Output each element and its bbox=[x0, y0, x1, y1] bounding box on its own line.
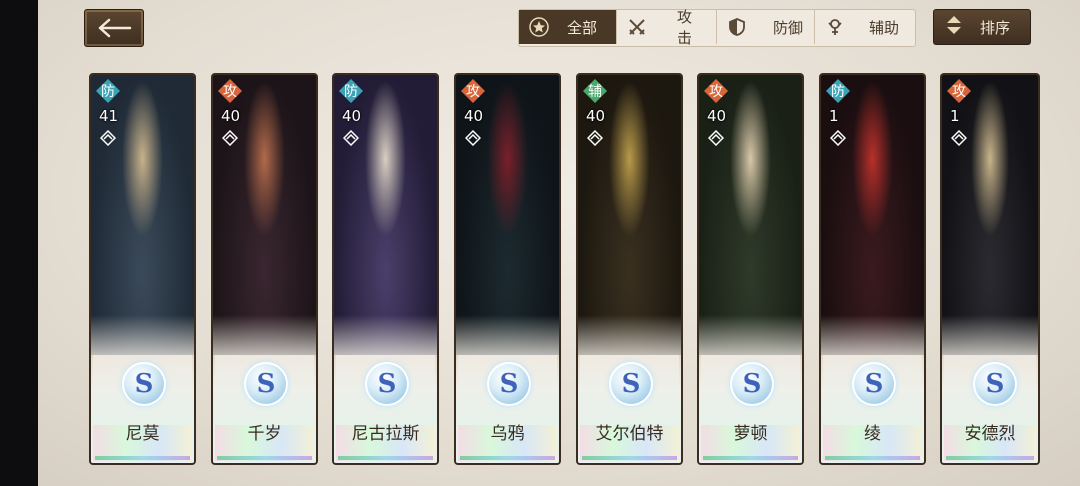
s-rarity-emblem: S bbox=[244, 362, 288, 406]
rarity-letter: S bbox=[621, 369, 641, 399]
character-card[interactable]: 攻 40 S 萝顿 bbox=[697, 73, 804, 465]
filter-tab-defense[interactable]: 防御 bbox=[717, 10, 815, 44]
rank-chevron-icon bbox=[708, 130, 724, 146]
character-level: 41 bbox=[99, 107, 119, 125]
rank-chevron-icon bbox=[830, 130, 846, 146]
filter-tab-attack[interactable]: 攻击 bbox=[617, 8, 717, 47]
left-black-strip bbox=[0, 0, 38, 486]
rarity-letter: S bbox=[742, 369, 762, 399]
s-rarity-emblem: S bbox=[609, 362, 653, 406]
character-card[interactable]: 辅 40 S 艾尔伯特 bbox=[576, 73, 683, 465]
card-bottom-bar bbox=[95, 456, 190, 460]
character-card[interactable]: 防 1 S 绫 bbox=[819, 73, 926, 465]
filter-label: 防御 bbox=[773, 18, 804, 37]
rank-chevron-icon bbox=[343, 130, 359, 146]
filter-tab-support[interactable]: 辅助 bbox=[815, 10, 913, 44]
filter-label: 全部 bbox=[567, 18, 598, 37]
character-card[interactable]: 防 41 S 尼莫 bbox=[89, 73, 196, 465]
character-name: 萝顿 bbox=[733, 424, 768, 444]
filter-label: 辅助 bbox=[869, 18, 900, 37]
card-bottom-bar bbox=[582, 456, 677, 460]
rarity-letter: S bbox=[864, 369, 884, 399]
character-card[interactable]: 攻 1 S 安德烈 bbox=[940, 73, 1040, 465]
character-name: 安德烈 bbox=[964, 424, 1016, 444]
s-rarity-emblem: S bbox=[973, 362, 1017, 406]
character-name: 艾尔伯特 bbox=[595, 424, 664, 444]
support-icon bbox=[825, 17, 845, 37]
character-name: 乌鸦 bbox=[490, 424, 525, 444]
card-bottom-bar bbox=[825, 456, 920, 460]
sort-button[interactable]: 排序 bbox=[933, 9, 1031, 45]
crossed-swords-icon bbox=[627, 17, 647, 37]
character-name: 绫 bbox=[864, 424, 881, 444]
sort-label: 排序 bbox=[980, 18, 1011, 37]
character-level: 1 bbox=[829, 107, 839, 125]
s-rarity-emblem: S bbox=[487, 362, 531, 406]
filter-label: 攻击 bbox=[677, 8, 693, 47]
card-bottom-bar bbox=[217, 456, 312, 460]
back-button[interactable] bbox=[84, 9, 144, 47]
character-level: 40 bbox=[464, 107, 484, 125]
card-bottom-bar bbox=[703, 456, 798, 460]
character-name: 尼莫 bbox=[125, 424, 160, 444]
shield-icon bbox=[727, 17, 747, 37]
character-card[interactable]: 攻 40 S 乌鸦 bbox=[454, 73, 561, 465]
character-level: 1 bbox=[950, 107, 960, 125]
rarity-letter: S bbox=[256, 369, 276, 399]
rarity-letter: S bbox=[134, 369, 154, 399]
s-rarity-emblem: S bbox=[365, 362, 409, 406]
rank-chevron-icon bbox=[465, 130, 481, 146]
star-badge-icon bbox=[529, 17, 549, 37]
character-name: 尼古拉斯 bbox=[351, 424, 420, 444]
rank-chevron-icon bbox=[222, 130, 238, 146]
role-filter-bar: 全部 攻击 防御 辅助 bbox=[518, 8, 916, 47]
filter-tab-all[interactable]: 全部 bbox=[519, 10, 617, 44]
character-level: 40 bbox=[221, 107, 241, 125]
character-level: 40 bbox=[586, 107, 606, 125]
rank-chevron-icon bbox=[587, 130, 603, 146]
s-rarity-emblem: S bbox=[852, 362, 896, 406]
s-rarity-emblem: S bbox=[122, 362, 166, 406]
sort-arrows-icon bbox=[946, 15, 962, 39]
rarity-letter: S bbox=[499, 369, 519, 399]
card-bottom-bar bbox=[946, 456, 1034, 460]
back-arrow-icon bbox=[98, 18, 132, 38]
character-card[interactable]: 防 40 S 尼古拉斯 bbox=[332, 73, 439, 465]
rarity-letter: S bbox=[985, 369, 1005, 399]
rank-chevron-icon bbox=[951, 130, 967, 146]
rarity-letter: S bbox=[377, 369, 397, 399]
card-bottom-bar bbox=[338, 456, 433, 460]
rank-chevron-icon bbox=[100, 130, 116, 146]
s-rarity-emblem: S bbox=[730, 362, 774, 406]
character-level: 40 bbox=[707, 107, 727, 125]
card-bottom-bar bbox=[460, 456, 555, 460]
character-level: 40 bbox=[342, 107, 362, 125]
character-name: 千岁 bbox=[247, 424, 282, 444]
character-card[interactable]: 攻 40 S 千岁 bbox=[211, 73, 318, 465]
